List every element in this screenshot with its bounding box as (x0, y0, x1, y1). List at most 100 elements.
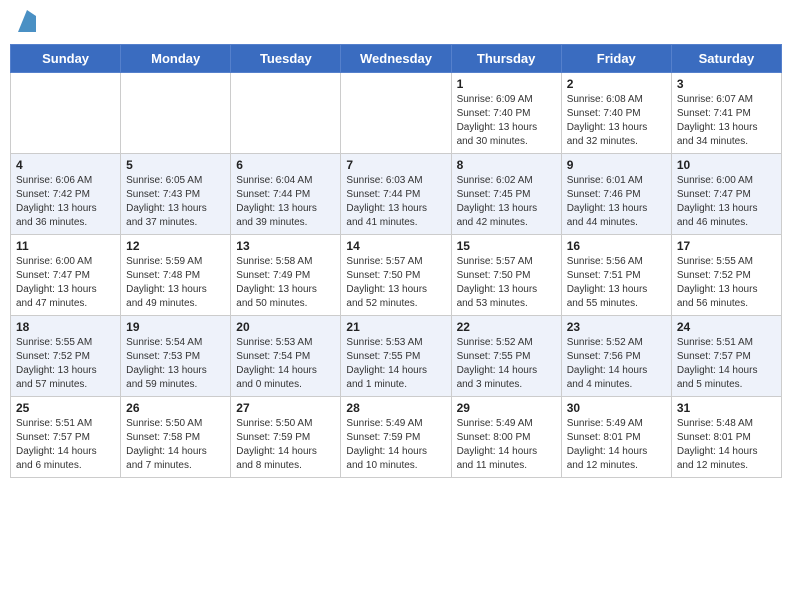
calendar-cell (231, 73, 341, 154)
day-info: Sunrise: 5:50 AM Sunset: 7:58 PM Dayligh… (126, 417, 225, 473)
day-info: Sunrise: 5:49 AM Sunset: 8:01 PM Dayligh… (567, 417, 666, 473)
day-number: 12 (126, 239, 225, 253)
day-of-week-header: Monday (121, 45, 231, 73)
day-info: Sunrise: 6:03 AM Sunset: 7:44 PM Dayligh… (346, 174, 445, 230)
day-info: Sunrise: 5:48 AM Sunset: 8:01 PM Dayligh… (677, 417, 776, 473)
calendar-cell: 17 Sunrise: 5:55 AM Sunset: 7:52 PM Dayli… (671, 235, 781, 316)
day-info: Sunrise: 5:56 AM Sunset: 7:51 PM Dayligh… (567, 255, 666, 311)
day-info: Sunrise: 5:51 AM Sunset: 7:57 PM Dayligh… (16, 417, 115, 473)
calendar-cell: 30 Sunrise: 5:49 AM Sunset: 8:01 PM Dayli… (561, 397, 671, 478)
calendar-cell: 27 Sunrise: 5:50 AM Sunset: 7:59 PM Dayli… (231, 397, 341, 478)
calendar-cell (341, 73, 451, 154)
calendar-week-row: 1Sunrise: 6:09 AM Sunset: 7:40 PM Daylig… (11, 73, 782, 154)
calendar-cell: 23 Sunrise: 5:52 AM Sunset: 7:56 PM Dayli… (561, 316, 671, 397)
day-number: 5 (126, 158, 225, 172)
calendar-week-row: 25 Sunrise: 5:51 AM Sunset: 7:57 PM Dayli… (11, 397, 782, 478)
day-number: 6 (236, 158, 335, 172)
day-number: 30 (567, 401, 666, 415)
calendar-cell: 18 Sunrise: 5:55 AM Sunset: 7:52 PM Dayli… (11, 316, 121, 397)
calendar-cell: 22 Sunrise: 5:52 AM Sunset: 7:55 PM Dayli… (451, 316, 561, 397)
day-number: 22 (457, 320, 556, 334)
calendar-cell: 1Sunrise: 6:09 AM Sunset: 7:40 PM Daylig… (451, 73, 561, 154)
day-number: 21 (346, 320, 445, 334)
day-info: Sunrise: 6:07 AM Sunset: 7:41 PM Dayligh… (677, 93, 776, 149)
day-of-week-header: Thursday (451, 45, 561, 73)
calendar-cell: 29Sunrise: 5:49 AM Sunset: 8:00 PM Dayli… (451, 397, 561, 478)
day-number: 7 (346, 158, 445, 172)
calendar-week-row: 4Sunrise: 6:06 AM Sunset: 7:42 PM Daylig… (11, 154, 782, 235)
day-number: 17 (677, 239, 776, 253)
calendar-cell: 4Sunrise: 6:06 AM Sunset: 7:42 PM Daylig… (11, 154, 121, 235)
logo (16, 14, 36, 32)
day-info: Sunrise: 6:08 AM Sunset: 7:40 PM Dayligh… (567, 93, 666, 149)
calendar-cell: 6 Sunrise: 6:04 AM Sunset: 7:44 PM Daylig… (231, 154, 341, 235)
day-info: Sunrise: 5:51 AM Sunset: 7:57 PM Dayligh… (677, 336, 776, 392)
calendar-cell: 24Sunrise: 5:51 AM Sunset: 7:57 PM Dayli… (671, 316, 781, 397)
day-number: 26 (126, 401, 225, 415)
calendar-cell: 7 Sunrise: 6:03 AM Sunset: 7:44 PM Daylig… (341, 154, 451, 235)
day-number: 4 (16, 158, 115, 172)
day-number: 10 (677, 158, 776, 172)
day-info: Sunrise: 5:53 AM Sunset: 7:54 PM Dayligh… (236, 336, 335, 392)
calendar-cell: 13 Sunrise: 5:58 AM Sunset: 7:49 PM Dayli… (231, 235, 341, 316)
day-info: Sunrise: 5:58 AM Sunset: 7:49 PM Dayligh… (236, 255, 335, 311)
calendar-cell: 26 Sunrise: 5:50 AM Sunset: 7:58 PM Dayli… (121, 397, 231, 478)
day-info: Sunrise: 5:55 AM Sunset: 7:52 PM Dayligh… (16, 336, 115, 392)
day-number: 8 (457, 158, 556, 172)
day-info: Sunrise: 5:57 AM Sunset: 7:50 PM Dayligh… (346, 255, 445, 311)
calendar-cell (121, 73, 231, 154)
calendar-cell: 31Sunrise: 5:48 AM Sunset: 8:01 PM Dayli… (671, 397, 781, 478)
calendar-cell: 16Sunrise: 5:56 AM Sunset: 7:51 PM Dayli… (561, 235, 671, 316)
day-of-week-header: Wednesday (341, 45, 451, 73)
day-info: Sunrise: 6:02 AM Sunset: 7:45 PM Dayligh… (457, 174, 556, 230)
day-info: Sunrise: 5:53 AM Sunset: 7:55 PM Dayligh… (346, 336, 445, 392)
day-number: 20 (236, 320, 335, 334)
calendar-cell: 12 Sunrise: 5:59 AM Sunset: 7:48 PM Dayli… (121, 235, 231, 316)
calendar-cell: 21 Sunrise: 5:53 AM Sunset: 7:55 PM Dayli… (341, 316, 451, 397)
day-info: Sunrise: 6:05 AM Sunset: 7:43 PM Dayligh… (126, 174, 225, 230)
calendar-table: SundayMondayTuesdayWednesdayThursdayFrid… (10, 44, 782, 478)
day-number: 2 (567, 77, 666, 91)
day-number: 23 (567, 320, 666, 334)
calendar-cell: 2 Sunrise: 6:08 AM Sunset: 7:40 PM Daylig… (561, 73, 671, 154)
page-header (10, 10, 782, 36)
calendar-cell: 15Sunrise: 5:57 AM Sunset: 7:50 PM Dayli… (451, 235, 561, 316)
day-number: 19 (126, 320, 225, 334)
day-info: Sunrise: 6:00 AM Sunset: 7:47 PM Dayligh… (16, 255, 115, 311)
day-info: Sunrise: 5:54 AM Sunset: 7:53 PM Dayligh… (126, 336, 225, 392)
calendar-cell: 8 Sunrise: 6:02 AM Sunset: 7:45 PM Daylig… (451, 154, 561, 235)
calendar-cell: 28Sunrise: 5:49 AM Sunset: 7:59 PM Dayli… (341, 397, 451, 478)
calendar-cell: 11Sunrise: 6:00 AM Sunset: 7:47 PM Dayli… (11, 235, 121, 316)
day-info: Sunrise: 5:50 AM Sunset: 7:59 PM Dayligh… (236, 417, 335, 473)
calendar-cell: 9 Sunrise: 6:01 AM Sunset: 7:46 PM Daylig… (561, 154, 671, 235)
calendar-cell: 20 Sunrise: 5:53 AM Sunset: 7:54 PM Dayli… (231, 316, 341, 397)
day-info: Sunrise: 6:00 AM Sunset: 7:47 PM Dayligh… (677, 174, 776, 230)
day-number: 28 (346, 401, 445, 415)
calendar-cell: 3 Sunrise: 6:07 AM Sunset: 7:41 PM Daylig… (671, 73, 781, 154)
day-info: Sunrise: 6:04 AM Sunset: 7:44 PM Dayligh… (236, 174, 335, 230)
day-number: 27 (236, 401, 335, 415)
logo-icon (18, 10, 36, 32)
day-of-week-header: Sunday (11, 45, 121, 73)
calendar-cell: 25 Sunrise: 5:51 AM Sunset: 7:57 PM Dayli… (11, 397, 121, 478)
calendar-week-row: 11Sunrise: 6:00 AM Sunset: 7:47 PM Dayli… (11, 235, 782, 316)
day-number: 14 (346, 239, 445, 253)
day-number: 29 (457, 401, 556, 415)
calendar-cell: 14 Sunrise: 5:57 AM Sunset: 7:50 PM Dayli… (341, 235, 451, 316)
calendar-cell: 19 Sunrise: 5:54 AM Sunset: 7:53 PM Dayli… (121, 316, 231, 397)
day-info: Sunrise: 5:59 AM Sunset: 7:48 PM Dayligh… (126, 255, 225, 311)
day-info: Sunrise: 6:01 AM Sunset: 7:46 PM Dayligh… (567, 174, 666, 230)
day-info: Sunrise: 5:52 AM Sunset: 7:56 PM Dayligh… (567, 336, 666, 392)
day-info: Sunrise: 5:55 AM Sunset: 7:52 PM Dayligh… (677, 255, 776, 311)
day-number: 18 (16, 320, 115, 334)
day-number: 25 (16, 401, 115, 415)
day-number: 9 (567, 158, 666, 172)
day-number: 3 (677, 77, 776, 91)
calendar-cell (11, 73, 121, 154)
day-of-week-header: Tuesday (231, 45, 341, 73)
calendar-cell: 10 Sunrise: 6:00 AM Sunset: 7:47 PM Dayli… (671, 154, 781, 235)
day-info: Sunrise: 5:52 AM Sunset: 7:55 PM Dayligh… (457, 336, 556, 392)
calendar-cell: 5 Sunrise: 6:05 AM Sunset: 7:43 PM Daylig… (121, 154, 231, 235)
day-info: Sunrise: 6:09 AM Sunset: 7:40 PM Dayligh… (457, 93, 556, 149)
day-number: 13 (236, 239, 335, 253)
